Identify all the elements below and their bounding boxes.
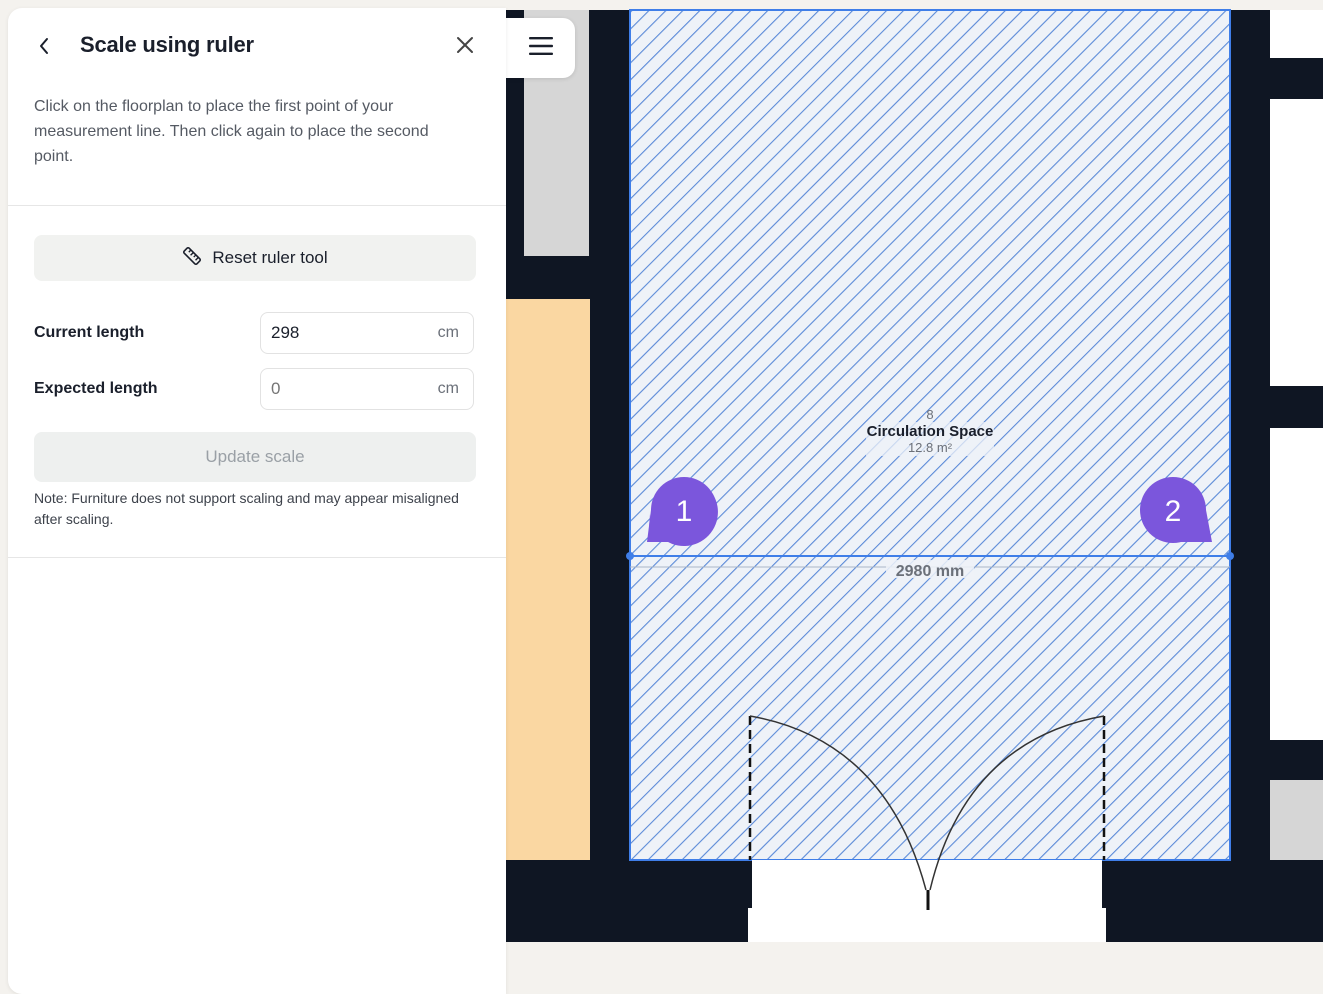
floorplan-drawing[interactable]: 2980 mm 8 Circulation Space 12.8 m² 1 2 — [506, 0, 1323, 994]
update-scale-label: Update scale — [205, 447, 305, 466]
divider — [8, 557, 506, 558]
panel-header: Scale using ruler — [8, 8, 506, 84]
right-room — [1270, 428, 1323, 740]
measurement-label: 2980 mm — [896, 563, 965, 580]
hamburger-menu-icon — [528, 36, 554, 61]
menu-button[interactable] — [506, 18, 575, 78]
scaling-note: Note: Furniture does not support scaling… — [34, 490, 459, 527]
reset-ruler-label: Reset ruler tool — [212, 248, 328, 267]
expected-length-input[interactable] — [271, 369, 421, 409]
expected-length-unit: cm — [437, 380, 459, 397]
update-scale-button[interactable]: Update scale — [34, 432, 476, 482]
orange-room — [506, 299, 590, 860]
close-icon — [456, 36, 474, 59]
right-room — [1270, 10, 1323, 58]
room-name: Circulation Space — [867, 423, 994, 440]
back-button[interactable] — [30, 34, 58, 62]
chevron-left-icon — [38, 37, 50, 60]
measurement-endpoint — [1226, 552, 1234, 560]
room-number: 8 — [926, 407, 933, 422]
expected-length-field[interactable]: cm — [260, 368, 474, 410]
door-step — [748, 908, 1106, 942]
current-length-label: Current length — [34, 324, 145, 341]
close-button[interactable] — [450, 32, 480, 62]
reset-ruler-button[interactable]: Reset ruler tool — [34, 235, 476, 281]
panel-title: Scale using ruler — [80, 32, 254, 57]
expected-length-label: Expected length — [34, 380, 158, 397]
measurement-endpoint — [626, 552, 634, 560]
instructions-text: Click on the floorplan to place the firs… — [34, 98, 429, 165]
scale-ruler-panel: Scale using ruler Click on the floorplan… — [8, 8, 506, 994]
current-length-unit: cm — [437, 324, 459, 341]
right-room — [1270, 780, 1323, 860]
svg-text:1: 1 — [676, 495, 693, 528]
ruler-icon — [182, 246, 202, 271]
current-length-input[interactable] — [271, 313, 421, 353]
current-length-field[interactable]: cm — [260, 312, 474, 354]
room-area: 12.8 m² — [908, 440, 953, 455]
right-room — [1270, 99, 1323, 386]
svg-text:2: 2 — [1165, 495, 1182, 528]
divider — [8, 205, 506, 206]
floorplan-canvas[interactable]: 2980 mm 8 Circulation Space 12.8 m² 1 2 — [506, 0, 1323, 994]
